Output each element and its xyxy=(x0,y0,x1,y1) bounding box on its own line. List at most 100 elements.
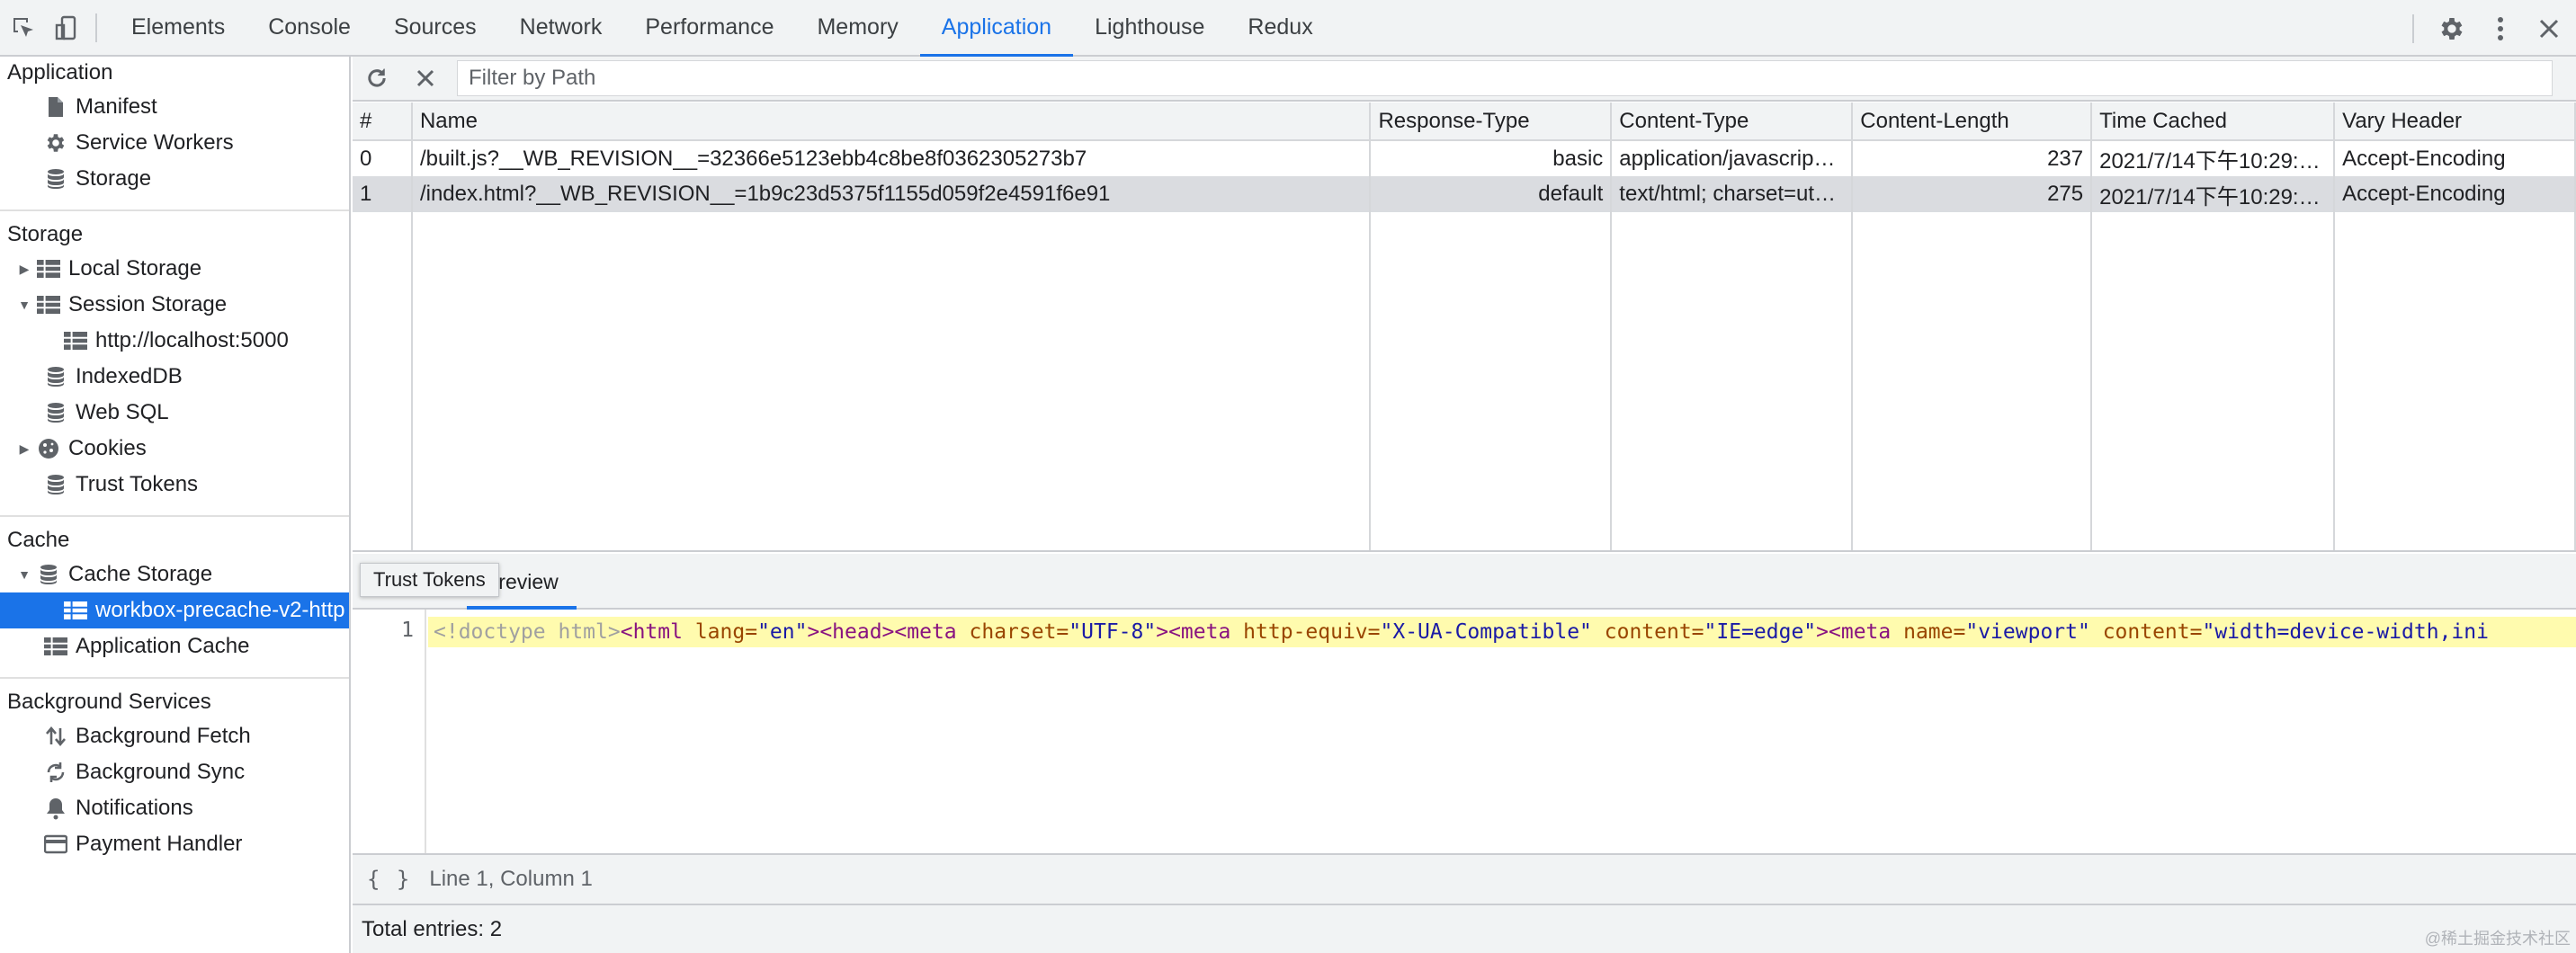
sidebar-item-label: Cache Storage xyxy=(68,562,213,586)
table-row-selected[interactable]: 1 /index.html?__WB_REVISION__=1b9c23d537… xyxy=(353,176,2576,212)
database-icon xyxy=(32,561,65,588)
sidebar-item-service-workers[interactable]: Service Workers xyxy=(0,125,349,161)
tab-memory[interactable]: Memory xyxy=(795,0,919,56)
toolbar-divider xyxy=(2412,13,2414,43)
column-header-index[interactable]: # xyxy=(353,102,413,141)
sidebar-item-label: IndexedDB xyxy=(76,364,183,388)
clear-button[interactable] xyxy=(401,56,450,101)
sidebar-item-label: Cookies xyxy=(68,436,147,460)
column-header-content-type[interactable]: Content-Type xyxy=(1611,102,1854,141)
code-tag: <head> xyxy=(819,620,895,644)
collapse-arrow-icon[interactable]: ▼ xyxy=(16,298,32,312)
inspect-element-icon[interactable] xyxy=(4,8,43,48)
code-tag: <html xyxy=(620,620,683,644)
column-header-response-type[interactable]: Response-Type xyxy=(1370,102,1613,141)
database-icon xyxy=(40,363,72,390)
expand-arrow-icon[interactable]: ▶ xyxy=(16,262,32,277)
sidebar-item-label: Background Fetch xyxy=(76,724,251,748)
column-header-vary-header[interactable]: Vary Header xyxy=(2334,102,2576,141)
sidebar-item-payment-handler[interactable]: Payment Handler xyxy=(0,826,349,862)
toolbar-divider xyxy=(95,13,97,42)
database-icon xyxy=(40,165,72,192)
tab-elements[interactable]: Elements xyxy=(110,0,246,56)
sidebar-item-web-sql[interactable]: Web SQL xyxy=(0,395,349,431)
code-tag: > xyxy=(807,620,820,644)
close-icon[interactable] xyxy=(2527,7,2571,50)
table-row[interactable]: 0 /built.js?__WB_REVISION__=32366e5123eb… xyxy=(353,140,2576,176)
sidebar-item-cache-storage[interactable]: ▼ Cache Storage xyxy=(0,557,349,592)
column-header-name[interactable]: Name xyxy=(411,102,1372,141)
sidebar-item-label: Trust Tokens xyxy=(76,472,199,496)
fetch-arrows-icon xyxy=(40,723,72,750)
refresh-button[interactable] xyxy=(353,56,401,101)
grid-icon xyxy=(32,291,65,318)
sidebar-item-background-sync[interactable]: Background Sync xyxy=(0,754,349,790)
cell-time-cached: 2021/7/14下午10:29:… xyxy=(2091,176,2336,212)
detail-tabs: Headers Preview xyxy=(353,554,2576,610)
cell-content-length: 275 xyxy=(1852,176,2093,212)
sidebar-item-notifications[interactable]: Notifications xyxy=(0,790,349,826)
expand-arrow-icon[interactable]: ▶ xyxy=(16,441,32,457)
sidebar-item-label: Notifications xyxy=(76,796,193,820)
sync-icon xyxy=(40,759,72,786)
sidebar-item-manifest[interactable]: Manifest xyxy=(0,89,349,125)
tooltip: Trust Tokens xyxy=(360,563,499,597)
filter-by-path-input[interactable] xyxy=(457,60,2553,96)
sidebar-item-label: Storage xyxy=(76,166,152,191)
sidebar-item-indexeddb[interactable]: IndexedDB xyxy=(0,359,349,395)
sidebar-item-label: Application Cache xyxy=(76,634,250,658)
tab-sources[interactable]: Sources xyxy=(372,0,498,56)
cell-time-cached: 2021/7/14下午10:29:… xyxy=(2091,140,2336,176)
code-attr: http-equiv= xyxy=(1230,620,1381,644)
tab-redux[interactable]: Redux xyxy=(1226,0,1334,56)
clear-icon xyxy=(416,69,434,87)
column-header-time-cached[interactable]: Time Cached xyxy=(2091,102,2336,141)
cursor-position: Line 1, Column 1 xyxy=(429,867,593,891)
sidebar-item-trust-tokens[interactable]: Trust Tokens xyxy=(0,467,349,503)
section-heading-application: Application xyxy=(7,60,113,85)
sidebar-item-local-storage[interactable]: ▶ Local Storage xyxy=(0,251,349,287)
section-heading-storage: Storage xyxy=(7,222,84,246)
code-tag: <meta xyxy=(894,620,957,644)
line-number-gutter: 1 xyxy=(353,610,426,853)
devtools-window: Elements Console Sources Network Perform… xyxy=(0,0,2576,953)
device-toggle-icon[interactable] xyxy=(47,8,86,48)
collapse-arrow-icon[interactable]: ▼ xyxy=(16,567,32,582)
sidebar-item-label: Background Sync xyxy=(76,760,246,784)
refresh-icon xyxy=(368,68,386,87)
column-header-content-length[interactable]: Content-Length xyxy=(1852,102,2093,141)
settings-gear-icon[interactable] xyxy=(2430,7,2473,50)
tab-application[interactable]: Application xyxy=(919,0,1074,58)
tab-console[interactable]: Console xyxy=(246,0,372,56)
database-icon xyxy=(40,399,72,426)
card-icon xyxy=(40,831,72,858)
tab-lighthouse[interactable]: Lighthouse xyxy=(1073,0,1226,56)
grid-icon xyxy=(59,597,92,624)
code-attr: charset= xyxy=(956,620,1069,644)
gear-icon xyxy=(40,129,72,156)
sidebar-item-label: Service Workers xyxy=(76,130,234,155)
sidebar-item-label: Web SQL xyxy=(76,400,169,424)
sidebar-item-storage[interactable]: Storage xyxy=(0,161,349,197)
toolbar-actions xyxy=(2412,0,2576,57)
tab-performance[interactable]: Performance xyxy=(623,0,795,56)
sidebar-item-cookies[interactable]: ▶ Cookies xyxy=(0,431,349,467)
pretty-print-button[interactable]: { } xyxy=(367,867,411,892)
code-tag: > xyxy=(1816,620,1829,644)
cell-vary-header: Accept-Encoding xyxy=(2334,140,2576,176)
sidebar-item-background-fetch[interactable]: Background Fetch xyxy=(0,718,349,754)
sidebar-item-label: Payment Handler xyxy=(76,832,243,856)
grid-icon xyxy=(40,633,72,660)
grid-icon xyxy=(32,255,65,282)
response-preview-editor[interactable]: 1 <!doctype html> <html lang= "en" > <head> <… xyxy=(353,610,2576,853)
sidebar-item-localhost-5000[interactable]: http://localhost:5000 xyxy=(0,323,349,359)
tab-network[interactable]: Network xyxy=(498,0,624,56)
code-attr: lang= xyxy=(682,620,758,644)
sidebar-item-application-cache[interactable]: Application Cache xyxy=(0,628,349,664)
cell-name: /index.html?__WB_REVISION__=1b9c23d5375f… xyxy=(411,176,1372,212)
sidebar-item-session-storage[interactable]: ▼ Session Storage xyxy=(0,287,349,323)
file-icon xyxy=(40,94,72,120)
cell-content-type: application/javascrip… xyxy=(1611,140,1854,176)
more-vertical-icon[interactable] xyxy=(2479,7,2522,50)
sidebar-item-workbox-precache[interactable]: workbox-precache-v2-http xyxy=(0,592,349,628)
